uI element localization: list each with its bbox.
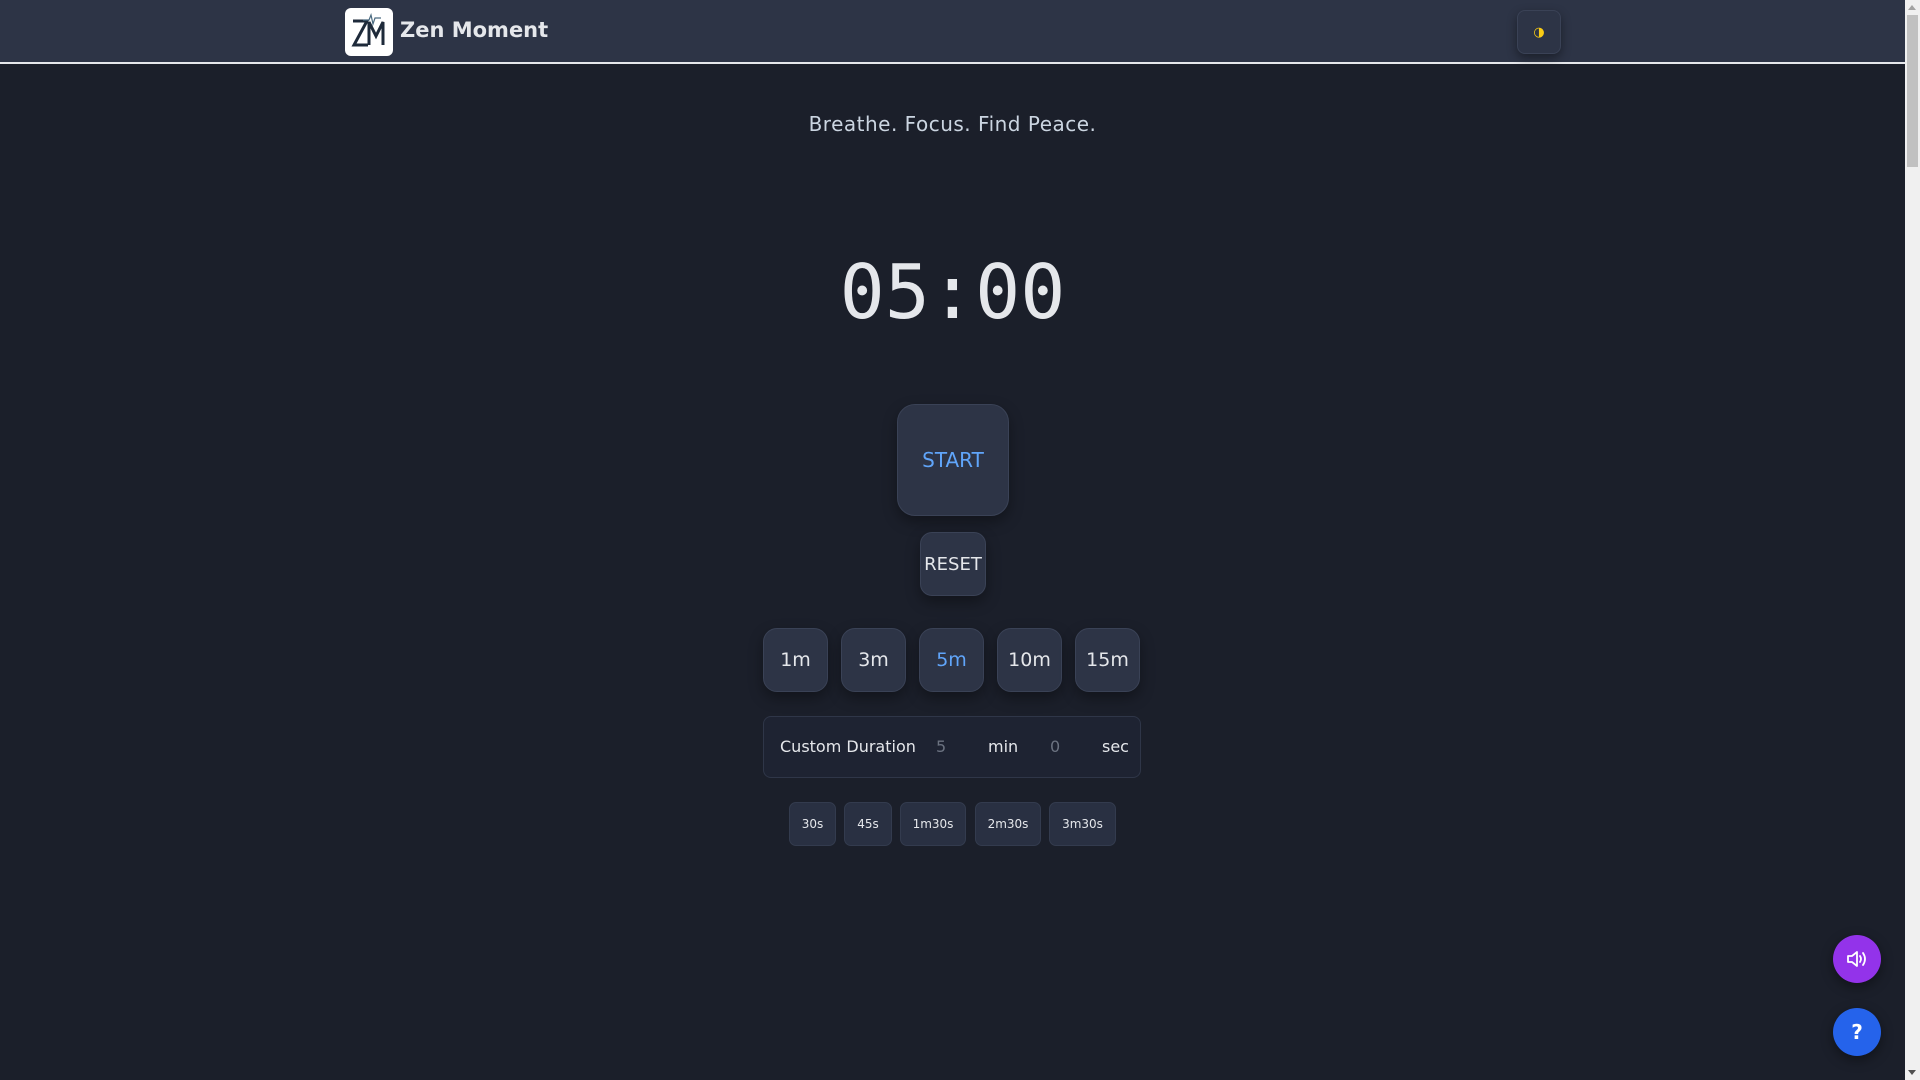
timer-display: 05:00	[839, 248, 1066, 336]
custom-duration-panel: Custom Duration 5 min 0 sec	[763, 716, 1141, 778]
app-title: Zen Moment	[400, 18, 549, 42]
seconds-unit: sec	[1102, 737, 1129, 756]
help-button[interactable]: ?	[1833, 1008, 1881, 1056]
scroll-down-icon[interactable]	[1908, 1070, 1916, 1075]
custom-duration-label: Custom Duration	[780, 737, 916, 756]
contrast-icon: ◑	[1533, 24, 1545, 40]
start-button[interactable]: START	[897, 404, 1009, 516]
preset-10m-button[interactable]: 10m	[997, 628, 1062, 692]
preset-1m-button[interactable]: 1m	[763, 628, 828, 692]
sound-toggle-button[interactable]	[1833, 935, 1881, 983]
help-icon: ?	[1851, 1020, 1863, 1044]
preset-15m-button[interactable]: 15m	[1075, 628, 1140, 692]
minutes-input[interactable]: 5	[936, 737, 996, 756]
quick-preset-45s[interactable]: 45s	[844, 802, 892, 846]
preset-3m-button[interactable]: 3m	[841, 628, 906, 692]
scrollbar[interactable]	[1905, 0, 1920, 1080]
quick-preset-30s[interactable]: 30s	[789, 802, 836, 846]
speaker-icon	[1847, 951, 1866, 967]
quick-preset-3m30s[interactable]: 3m30s	[1049, 802, 1116, 846]
quick-preset-1m30s[interactable]: 1m30s	[900, 802, 966, 846]
zm-logo-icon	[351, 13, 385, 47]
seconds-input[interactable]: 0	[1050, 737, 1100, 756]
app-logo[interactable]	[345, 8, 393, 56]
scroll-up-icon[interactable]	[1908, 5, 1916, 10]
theme-toggle-button[interactable]: ◑	[1517, 10, 1561, 54]
scrollbar-thumb[interactable]	[1907, 15, 1918, 167]
tagline: Breathe. Focus. Find Peace.	[808, 112, 1097, 136]
minutes-unit: min	[988, 737, 1019, 756]
preset-5m-button[interactable]: 5m	[919, 628, 984, 692]
quick-preset-2m30s[interactable]: 2m30s	[975, 802, 1041, 846]
app-header: Zen Moment ◑	[0, 0, 1905, 64]
reset-button[interactable]: RESET	[920, 532, 986, 596]
